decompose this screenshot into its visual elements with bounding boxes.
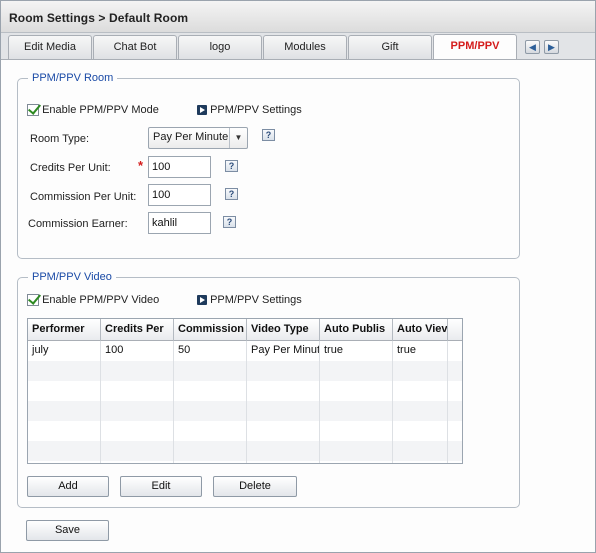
cell-commission: 50	[178, 344, 191, 356]
enable-ppm-ppv-mode-label: Enable PPM/PPV Mode	[42, 104, 159, 116]
tab-scroll-right-icon[interactable]: ▶	[544, 40, 559, 54]
video-ppm-ppv-settings-link[interactable]: PPM/PPV Settings	[197, 294, 302, 306]
cell-performer: july	[32, 344, 49, 356]
column-header-commission[interactable]: Commission	[174, 319, 247, 341]
table-header: Performer Credits Per Commission Video T…	[28, 319, 462, 341]
tab-logo[interactable]: logo	[178, 35, 262, 59]
tab-bar: Edit Media Chat Bot logo Modules Gift PP…	[1, 33, 595, 60]
tab-chat-bot[interactable]: Chat Bot	[93, 35, 177, 59]
column-divider	[447, 341, 448, 463]
enable-ppm-ppv-video-label: Enable PPM/PPV Video	[42, 294, 160, 306]
table-row-empty	[28, 441, 462, 461]
video-settings-link-label: PPM/PPV Settings	[210, 294, 302, 306]
room-settings-window: Room Settings > Default Room Edit Media …	[0, 0, 596, 553]
commission-help-icon[interactable]: ?	[225, 188, 238, 200]
room-type-help-icon[interactable]: ?	[262, 129, 275, 141]
room-type-label: Room Type:	[30, 133, 90, 145]
commission-earner-label: Commission Earner:	[28, 218, 128, 230]
save-button[interactable]: Save	[26, 520, 109, 541]
required-asterisk: *	[138, 158, 144, 173]
enable-ppm-ppv-video-checkbox[interactable]: Enable PPM/PPV Video	[27, 294, 160, 307]
column-header-credits-per[interactable]: Credits Per	[101, 319, 174, 341]
column-divider	[173, 341, 174, 463]
ppm-ppv-room-legend: PPM/PPV Room	[32, 72, 114, 84]
delete-button[interactable]: Delete	[213, 476, 297, 497]
tab-content: PPM/PPV Room Enable PPM/PPV Mode PPM/PPV…	[1, 59, 595, 552]
table-row-empty	[28, 381, 462, 401]
play-icon	[197, 105, 207, 116]
tab-ppm-ppv[interactable]: PPM/PPV	[433, 34, 517, 60]
room-type-value: Pay Per Minute	[153, 131, 229, 143]
tab-scroll-left-icon[interactable]: ◀	[525, 40, 540, 54]
tab-edit-media[interactable]: Edit Media	[8, 35, 92, 59]
table-row-empty	[28, 401, 462, 421]
cell-video-type: Pay Per Minute	[251, 344, 320, 356]
cell-credits-per: 100	[105, 344, 124, 356]
room-ppm-ppv-settings-link[interactable]: PPM/PPV Settings	[197, 104, 302, 116]
edit-button[interactable]: Edit	[120, 476, 202, 497]
commission-per-unit-input[interactable]	[148, 184, 211, 206]
play-icon	[197, 295, 207, 306]
credits-per-unit-label: Credits Per Unit:	[30, 162, 111, 174]
page-title: Room Settings > Default Room	[9, 11, 189, 25]
ppm-ppv-video-legend: PPM/PPV Video	[32, 271, 112, 283]
add-button[interactable]: Add	[27, 476, 109, 497]
column-header-video-type[interactable]: Video Type	[247, 319, 320, 341]
column-header-auto-publish[interactable]: Auto Publis	[320, 319, 393, 341]
credits-help-icon[interactable]: ?	[225, 160, 238, 172]
cell-auto-publish: true	[324, 344, 343, 356]
column-divider	[392, 341, 393, 463]
chevron-down-icon: ▼	[229, 128, 247, 148]
title-bar: Room Settings > Default Room	[1, 1, 595, 33]
tab-modules[interactable]: Modules	[263, 35, 347, 59]
credits-per-unit-input[interactable]	[148, 156, 211, 178]
table-row-empty	[28, 421, 462, 441]
performer-video-table[interactable]: Performer Credits Per Commission Video T…	[27, 318, 463, 464]
table-row[interactable]: july 100 50 Pay Per Minute true true	[28, 341, 462, 361]
checkmark-icon	[27, 104, 39, 117]
enable-ppm-ppv-mode-checkbox[interactable]: Enable PPM/PPV Mode	[27, 104, 159, 117]
column-header-auto-view[interactable]: Auto Viev	[393, 319, 448, 341]
commission-earner-input[interactable]	[148, 212, 211, 234]
table-row-empty	[28, 361, 462, 381]
checkmark-icon	[27, 294, 39, 307]
column-divider	[319, 341, 320, 463]
tab-gift[interactable]: Gift	[348, 35, 432, 59]
column-header-performer[interactable]: Performer	[28, 319, 101, 341]
earner-help-icon[interactable]: ?	[223, 216, 236, 228]
cell-auto-view: true	[397, 344, 416, 356]
commission-per-unit-label: Commission Per Unit:	[30, 191, 137, 203]
room-settings-link-label: PPM/PPV Settings	[210, 104, 302, 116]
room-type-select[interactable]: Pay Per Minute ▼	[148, 127, 248, 149]
column-divider	[246, 341, 247, 463]
column-divider	[100, 341, 101, 463]
